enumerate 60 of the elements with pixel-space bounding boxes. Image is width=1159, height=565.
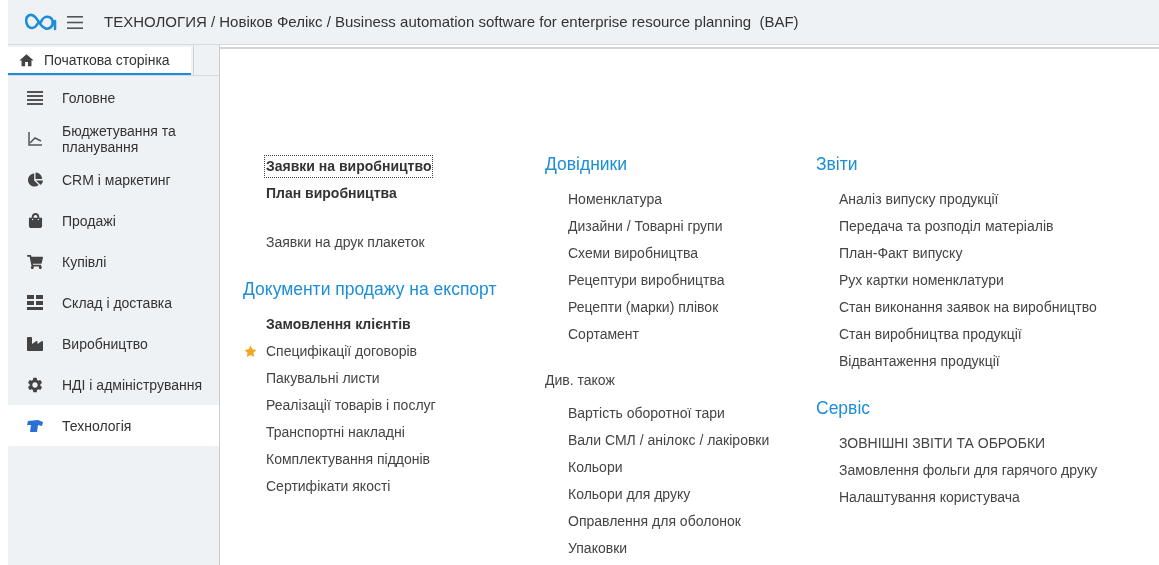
menu-link[interactable]: Рух картки номенклатури: [838, 270, 1005, 291]
menu-link[interactable]: Схеми виробництва: [567, 243, 699, 264]
section-heading: Сервіс: [816, 397, 871, 420]
factory-icon: [27, 335, 43, 352]
menu-link[interactable]: Вали СМЛ / анілокс / лакіровки: [567, 430, 771, 451]
menu-link[interactable]: Оправлення для оболонок: [567, 511, 742, 532]
menu-link[interactable]: Комплектування піддонів: [265, 449, 432, 470]
sidebar-item[interactable]: Склад і доставка: [8, 282, 219, 323]
menu-link[interactable]: Номенклатура: [567, 189, 663, 210]
menu-link[interactable]: ЗОВНІШНІ ЗВІТИ ТА ОБРОБКИ: [838, 433, 1047, 454]
sidebar-item[interactable]: Головне: [8, 77, 219, 118]
menu-link[interactable]: План виробництва: [265, 183, 398, 204]
menu-link[interactable]: Транспортні накладні: [265, 422, 406, 443]
menu-link[interactable]: Пакувальні листи: [265, 368, 381, 389]
grid-icon: [27, 295, 43, 310]
menu-link[interactable]: Кольори: [567, 457, 624, 478]
menu-link[interactable]: Стан виробництва продукції: [838, 324, 1023, 345]
window-title: ТЕХНОЛОГИЯ / Новіков Фелікс / Business automation software for enterprise resource planning (BAF): [104, 11, 799, 32]
menu-link[interactable]: Реалізації товарів і послуг: [265, 395, 437, 416]
menu-link[interactable]: Стан виконання заявок на виробництво: [838, 297, 1098, 318]
menu-link[interactable]: Замовлення фольги для гарячого друку: [838, 460, 1099, 481]
shopping-bag-icon: [27, 213, 43, 228]
menu-link[interactable]: Аналіз випуску продукції: [838, 189, 1000, 210]
menu-link[interactable]: Налаштування користувача: [838, 487, 1021, 508]
menu-icon[interactable]: [67, 15, 83, 29]
sidebar-item[interactable]: CRM і маркетинг: [8, 159, 219, 200]
menu-link[interactable]: Дизайни / Товарні групи: [567, 216, 724, 237]
sidebar-item[interactable]: Купівлі: [8, 241, 219, 282]
menu-link[interactable]: Сертифікати якості: [265, 476, 392, 497]
chart-axis-icon: [27, 130, 43, 147]
menu-link[interactable]: Рецепти (марки) плівок: [567, 297, 720, 318]
section-heading: Звіти: [816, 153, 858, 176]
sidebar-item[interactable]: Виробництво: [8, 323, 219, 364]
menu-link[interactable]: Сортамент: [567, 324, 640, 345]
section-subheading: Див. також: [545, 371, 615, 390]
menu-link[interactable]: Рецептури виробництва: [567, 270, 726, 291]
sidebar-item[interactable]: Продажі: [8, 200, 219, 241]
home-icon: [18, 51, 35, 69]
menu-link[interactable]: Передача та розподіл матеріалів: [838, 216, 1055, 237]
menu-link[interactable]: Упаковки: [567, 538, 629, 559]
menu-link[interactable]: Кольори для друку: [567, 484, 692, 505]
menu-link[interactable]: Замовлення клієнтів: [265, 314, 412, 335]
pie-chart-icon: [27, 172, 43, 187]
logo: [25, 13, 57, 31]
settings-icon: [26, 375, 44, 394]
menu-link[interactable]: Заявки на виробництво: [265, 156, 433, 177]
menu-link[interactable]: Вартість оборотної тари: [567, 403, 726, 424]
sidebar-item[interactable]: НДІ і адміністрування: [8, 364, 219, 405]
block-shape-icon: [26, 418, 44, 433]
home-tab[interactable]: Початкова сторінка: [8, 47, 191, 75]
sidebar-item[interactable]: Технологія: [8, 405, 219, 446]
menu-link[interactable]: План-Факт випуску: [838, 243, 964, 264]
sidebar-item[interactable]: Бюджетування та планування: [8, 118, 219, 159]
menu-link[interactable]: Специфікації договорів: [265, 341, 418, 362]
menu-link[interactable]: Заявки на друк плакеток: [265, 232, 426, 253]
menu-link[interactable]: Відвантаження продукції: [838, 351, 1001, 372]
cart-icon: [27, 253, 43, 270]
section-heading: Документи продажу на експорт: [243, 278, 497, 301]
section-heading: Довідники: [545, 153, 628, 176]
list-icon: [27, 90, 43, 105]
